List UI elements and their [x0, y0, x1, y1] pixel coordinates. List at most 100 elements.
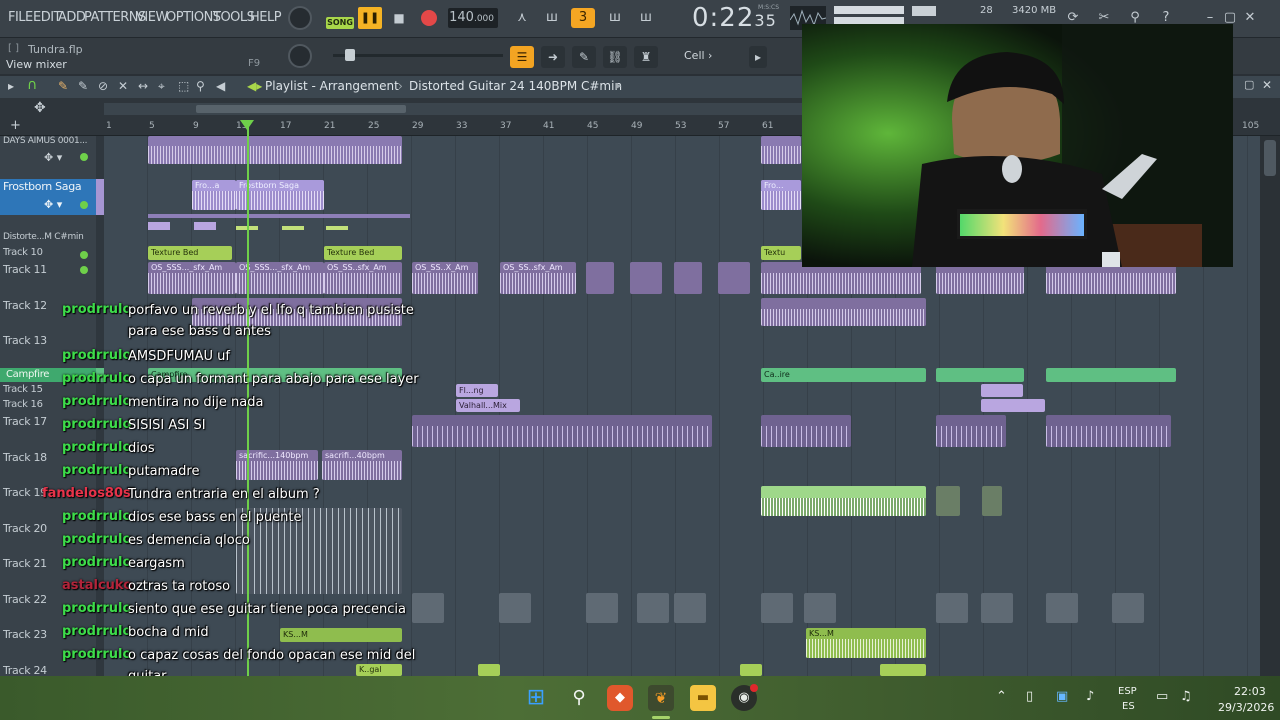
- pitch-slider-track[interactable]: [333, 54, 503, 57]
- record-button[interactable]: [421, 10, 437, 26]
- audio-clip[interactable]: [981, 399, 1045, 412]
- menu-add[interactable]: ADD: [58, 10, 86, 25]
- audio-clip[interactable]: [586, 593, 618, 623]
- stamp-icon[interactable]: ♜: [634, 46, 658, 68]
- menu-edit[interactable]: EDIT: [33, 10, 62, 25]
- audio-clip[interactable]: [499, 593, 531, 623]
- playlist-maximize-icon[interactable]: ▢: [1244, 78, 1254, 91]
- menu-view[interactable]: VIEW: [136, 10, 168, 25]
- audio-clip[interactable]: [981, 593, 1013, 623]
- audio-clip[interactable]: OS_SS..sfx_Am: [324, 262, 402, 294]
- zoom-tool-icon[interactable]: ⚲: [196, 79, 205, 93]
- draw-tool-icon[interactable]: ✎: [572, 46, 596, 68]
- audio-clip[interactable]: OS_SSS..._sfx_Am: [148, 262, 236, 294]
- audio-clip[interactable]: [936, 486, 960, 516]
- pattern-clip[interactable]: Textu: [761, 246, 801, 260]
- track-label[interactable]: Frostborn Saga: [3, 180, 82, 193]
- song-mode-toggle[interactable]: SONG: [326, 17, 354, 29]
- pattern-clip[interactable]: [1046, 368, 1176, 382]
- tray-overflow-icon[interactable]: ⌃: [996, 689, 1007, 704]
- pattern-clip[interactable]: [880, 664, 926, 676]
- windows-start-icon[interactable]: ⊞: [523, 685, 549, 711]
- slice-tool-icon[interactable]: ⌖: [158, 79, 165, 94]
- metronome-icon[interactable]: ⋏: [510, 8, 534, 28]
- audio-clip[interactable]: Frostborn Saga: [236, 180, 324, 210]
- audio-clip[interactable]: [674, 262, 702, 294]
- loop-record-icon[interactable]: ш: [634, 8, 658, 28]
- track-mute-led-icon[interactable]: [80, 251, 88, 259]
- pattern-dropdown-icon[interactable]: ▸: [616, 79, 622, 92]
- vertical-scrollbar-thumb[interactable]: [1264, 140, 1276, 176]
- add-track-icon[interactable]: +: [10, 118, 21, 133]
- audio-clip[interactable]: [674, 593, 706, 623]
- audio-clip[interactable]: [981, 384, 1023, 397]
- audio-clip[interactable]: KS...M: [806, 628, 926, 658]
- master-volume-knob[interactable]: [288, 44, 312, 68]
- delete-tool-icon[interactable]: ⊘: [98, 79, 108, 93]
- pitch-slider-handle[interactable]: [345, 49, 355, 61]
- audio-clip[interactable]: OS_SS..X_Am: [412, 262, 478, 294]
- network-icon[interactable]: ▭: [1156, 689, 1168, 704]
- audio-clip[interactable]: Fro...: [761, 180, 801, 210]
- track-label[interactable]: Track 10: [3, 247, 43, 258]
- link-icon[interactable]: ⛓: [603, 46, 627, 68]
- mute-tool-icon[interactable]: ✕: [118, 79, 128, 93]
- fl-studio-icon[interactable]: ❦: [648, 685, 674, 711]
- audio-clip[interactable]: [936, 593, 968, 623]
- input-language[interactable]: ESP: [1118, 686, 1137, 697]
- track-label[interactable]: Distorte...M C#min: [3, 232, 84, 242]
- automation-clip[interactable]: [148, 214, 410, 218]
- playlist-window-icon[interactable]: ☰: [510, 46, 534, 68]
- countdown-icon[interactable]: 3: [571, 8, 595, 28]
- vertical-scrollbar[interactable]: [1260, 136, 1280, 676]
- pencil-tool-icon[interactable]: ✎: [58, 79, 68, 93]
- track-label[interactable]: Track 11: [3, 263, 47, 276]
- track-mute-led-icon[interactable]: [80, 266, 88, 274]
- audio-clip[interactable]: [761, 593, 793, 623]
- audio-clip[interactable]: [936, 415, 1006, 447]
- audio-clip[interactable]: Fro...a: [192, 180, 236, 210]
- stop-button[interactable]: ■: [388, 7, 410, 29]
- audio-clip[interactable]: [761, 415, 851, 447]
- menu-help[interactable]: HELP: [250, 10, 282, 25]
- select-tool-icon[interactable]: ⬚: [178, 79, 189, 93]
- pattern-block[interactable]: [194, 222, 216, 230]
- clock-time[interactable]: 22:03: [1234, 685, 1266, 698]
- audio-clip[interactable]: OS_SSS..._sfx_Am: [236, 262, 324, 294]
- track-mute-led-icon[interactable]: [80, 201, 88, 209]
- audio-clip[interactable]: [1046, 415, 1171, 447]
- step-edit-icon[interactable]: ш: [603, 8, 627, 28]
- snap-arrow-icon[interactable]: ▸: [749, 46, 767, 68]
- clock-date[interactable]: 29/3/2026: [1218, 701, 1274, 714]
- wait-input-icon[interactable]: ш: [540, 8, 564, 28]
- current-pattern-name[interactable]: Distorted Guitar 24 140BPM C#min: [409, 79, 622, 93]
- playlist-close-icon[interactable]: ✕: [1262, 78, 1272, 92]
- tray-mic-icon[interactable]: ♪: [1086, 689, 1094, 704]
- pattern-clip[interactable]: Texture Bed: [148, 246, 232, 260]
- audio-clip[interactable]: [586, 262, 614, 294]
- pattern-clip[interactable]: [740, 664, 762, 676]
- slip-tool-icon[interactable]: ↔: [138, 79, 148, 93]
- paint-tool-icon[interactable]: ✎: [78, 79, 88, 93]
- master-pitch-knob[interactable]: [288, 6, 312, 30]
- menu-file[interactable]: FILE: [8, 10, 33, 25]
- audio-clip[interactable]: [148, 136, 402, 164]
- audio-clip[interactable]: OS_SS..sfx_Am: [500, 262, 576, 294]
- brave-browser-icon[interactable]: ◆: [607, 685, 633, 711]
- file-explorer-icon[interactable]: ▬: [690, 685, 716, 711]
- volume-icon[interactable]: ♫: [1180, 689, 1192, 704]
- playback-tool-icon[interactable]: ◀: [216, 79, 225, 93]
- next-icon[interactable]: ➜: [541, 46, 565, 68]
- pattern-clip[interactable]: Texture Bed: [324, 246, 402, 260]
- input-layout[interactable]: ES: [1122, 701, 1135, 712]
- search-icon[interactable]: ⚲: [566, 685, 592, 711]
- menu-tools[interactable]: TOOLS: [213, 10, 255, 25]
- pattern-block[interactable]: [282, 226, 304, 230]
- play-button[interactable]: ❚❚: [358, 7, 382, 29]
- overview-scrollbar-thumb[interactable]: [196, 105, 406, 113]
- close-icon[interactable]: ✕: [1238, 8, 1262, 28]
- audio-clip[interactable]: Fl...ng: [456, 384, 498, 397]
- track-label[interactable]: DAYS AIMUS 0001...: [3, 136, 87, 146]
- pattern-clip[interactable]: [936, 368, 1024, 382]
- pattern-block[interactable]: [326, 226, 348, 230]
